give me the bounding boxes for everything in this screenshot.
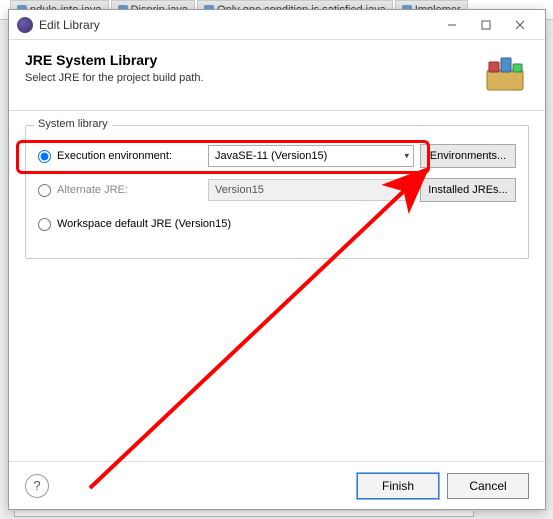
finish-button[interactable]: Finish [357, 473, 439, 499]
close-button[interactable] [503, 14, 537, 36]
exec-env-radio[interactable] [38, 150, 51, 163]
group-legend: System library [34, 118, 112, 130]
exec-env-combo[interactable]: JavaSE-11 (Version15) ▾ [208, 145, 414, 167]
close-icon [515, 20, 525, 30]
library-books-icon [481, 52, 529, 96]
dialog-content: System library Execution environment: Ja… [9, 111, 545, 461]
help-icon: ? [33, 478, 40, 493]
alternate-jre-combo-value: Version15 [215, 184, 264, 196]
system-library-group: System library Execution environment: Ja… [25, 125, 529, 259]
alternate-jre-radio[interactable] [38, 184, 51, 197]
maximize-button[interactable] [469, 14, 503, 36]
dialog-header: JRE System Library Select JRE for the pr… [9, 40, 545, 111]
workspace-default-radio[interactable] [38, 218, 51, 231]
installed-jres-button[interactable]: Installed JREs... [420, 178, 516, 202]
minimize-icon [447, 20, 457, 30]
maximize-icon [481, 20, 491, 30]
minimize-button[interactable] [435, 14, 469, 36]
titlebar: Edit Library [9, 10, 545, 40]
chevron-down-icon: ▾ [404, 185, 409, 196]
exec-env-label: Execution environment: [57, 150, 172, 162]
dialog-subheading: Select JRE for the project build path. [25, 72, 481, 84]
edit-library-dialog: Edit Library JRE System Library Select J… [8, 9, 546, 510]
background-window-edge [14, 511, 474, 517]
chevron-down-icon: ▾ [404, 151, 409, 162]
environments-button[interactable]: Environments... [420, 144, 516, 168]
cancel-button[interactable]: Cancel [447, 473, 529, 499]
window-title: Edit Library [39, 18, 435, 32]
alternate-jre-combo: Version15 ▾ [208, 179, 414, 201]
alternate-jre-label: Alternate JRE: [57, 184, 128, 196]
workspace-default-label: Workspace default JRE (Version15) [57, 218, 231, 230]
exec-env-combo-value: JavaSE-11 (Version15) [215, 150, 327, 162]
dialog-heading: JRE System Library [25, 52, 481, 68]
help-button[interactable]: ? [25, 474, 49, 498]
dialog-button-bar: ? Finish Cancel [9, 461, 545, 509]
eclipse-icon [17, 17, 33, 33]
